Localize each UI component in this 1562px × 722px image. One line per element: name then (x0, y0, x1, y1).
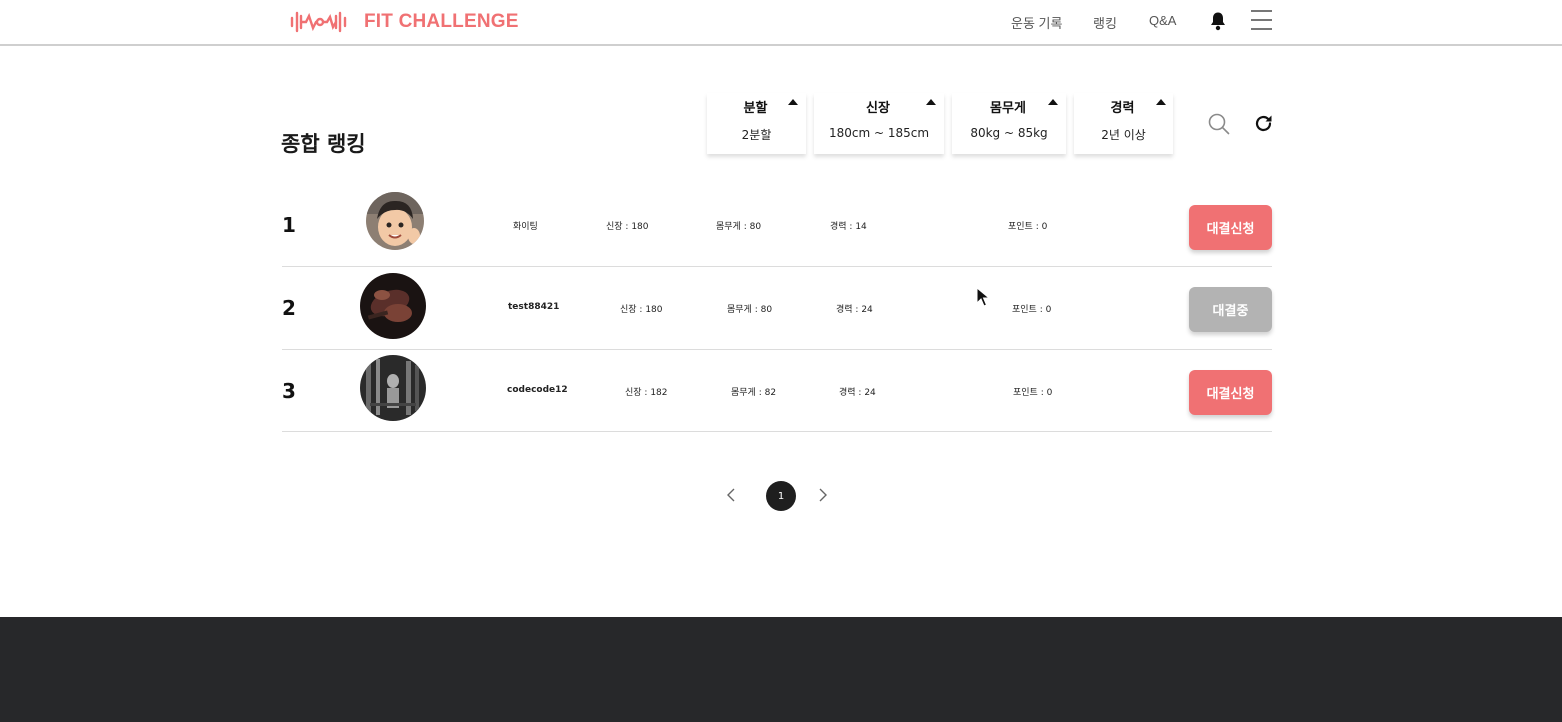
page-number-current[interactable]: 1 (766, 481, 796, 511)
player-height: 신장 : 182 (625, 388, 668, 398)
player-points: 포인트 : 0 (1012, 305, 1052, 315)
caret-up-icon (1156, 99, 1166, 105)
player-weight: 몸무게 : 80 (727, 305, 773, 315)
page: FIT CHALLENGE 운동 기록 랭킹 Q&A 종합 랭킹 분할 2분할 … (0, 0, 1562, 722)
mouse-cursor-icon (976, 286, 991, 311)
in-battle-button[interactable]: 대결중 (1189, 287, 1272, 332)
hamburger-menu-icon[interactable] (1251, 10, 1273, 32)
filter-height-label: 신장 (866, 101, 890, 116)
player-weight: 몸무게 : 82 (731, 388, 777, 398)
footer (0, 617, 1562, 722)
player-career: 경력 : 14 (830, 222, 867, 232)
ranking-row: 1 화이팅 신장 : 180 몸무게 : 80 경력 : 14 포인트 : 0 … (282, 184, 1272, 267)
refresh-icon[interactable] (1253, 113, 1274, 138)
player-height: 신장 : 180 (606, 222, 649, 232)
filter-weight[interactable]: 몸무게 80kg ~ 85kg (952, 93, 1066, 154)
ranking-row: 3 codecode12 신장 : 182 몸무게 : 82 경력 : 24 포… (282, 349, 1272, 432)
rank-number: 2 (282, 296, 296, 320)
nav-workout-log[interactable]: 운동 기록 (1011, 13, 1062, 32)
bell-icon[interactable] (1209, 11, 1229, 33)
filter-height[interactable]: 신장 180cm ~ 185cm (814, 93, 944, 154)
avatar[interactable] (360, 355, 426, 421)
rank-number: 3 (282, 379, 296, 403)
avatar[interactable] (360, 273, 426, 339)
top-header: FIT CHALLENGE 운동 기록 랭킹 Q&A (0, 0, 1562, 46)
dumbbell-heartbeat-icon (290, 11, 347, 33)
player-career: 경력 : 24 (836, 305, 873, 315)
caret-up-icon (788, 99, 798, 105)
player-points: 포인트 : 0 (1013, 388, 1053, 398)
rank-number: 1 (282, 213, 296, 237)
page-title: 종합 랭킹 (281, 132, 366, 156)
chevron-left-icon[interactable] (724, 487, 738, 503)
brand-logo[interactable]: FIT CHALLENGE (289, 8, 519, 36)
filter-split[interactable]: 분할 2분할 (707, 93, 806, 154)
player-name: 화이팅 (513, 222, 538, 232)
nav-qna[interactable]: Q&A (1149, 13, 1176, 28)
brand-name: FIT CHALLENGE (364, 11, 519, 32)
challenge-button[interactable]: 대결신청 (1189, 205, 1272, 250)
filter-career[interactable]: 경력 2년 이상 (1074, 93, 1173, 154)
chevron-right-icon[interactable] (816, 487, 830, 503)
search-icon[interactable] (1207, 112, 1231, 140)
challenge-button[interactable]: 대결신청 (1189, 370, 1272, 415)
player-weight: 몸무게 : 80 (716, 222, 762, 232)
player-points: 포인트 : 0 (1008, 222, 1048, 232)
caret-up-icon (1048, 99, 1058, 105)
player-name: codecode12 (507, 385, 568, 395)
nav-ranking[interactable]: 랭킹 (1093, 13, 1117, 32)
filter-height-value: 180cm ~ 185cm (828, 126, 930, 140)
player-name: test88421 (508, 302, 560, 312)
filter-weight-value: 80kg ~ 85kg (970, 126, 1048, 140)
filter-career-value: 2년 이상 (1101, 128, 1146, 142)
ranking-row: 2 test88421 신장 : 180 몸무게 : 80 경력 : 24 포인… (282, 267, 1272, 350)
player-career: 경력 : 24 (839, 388, 876, 398)
player-height: 신장 : 180 (620, 305, 663, 315)
filter-split-value: 2분할 (741, 128, 772, 142)
caret-up-icon (926, 99, 936, 105)
avatar[interactable] (366, 192, 424, 250)
